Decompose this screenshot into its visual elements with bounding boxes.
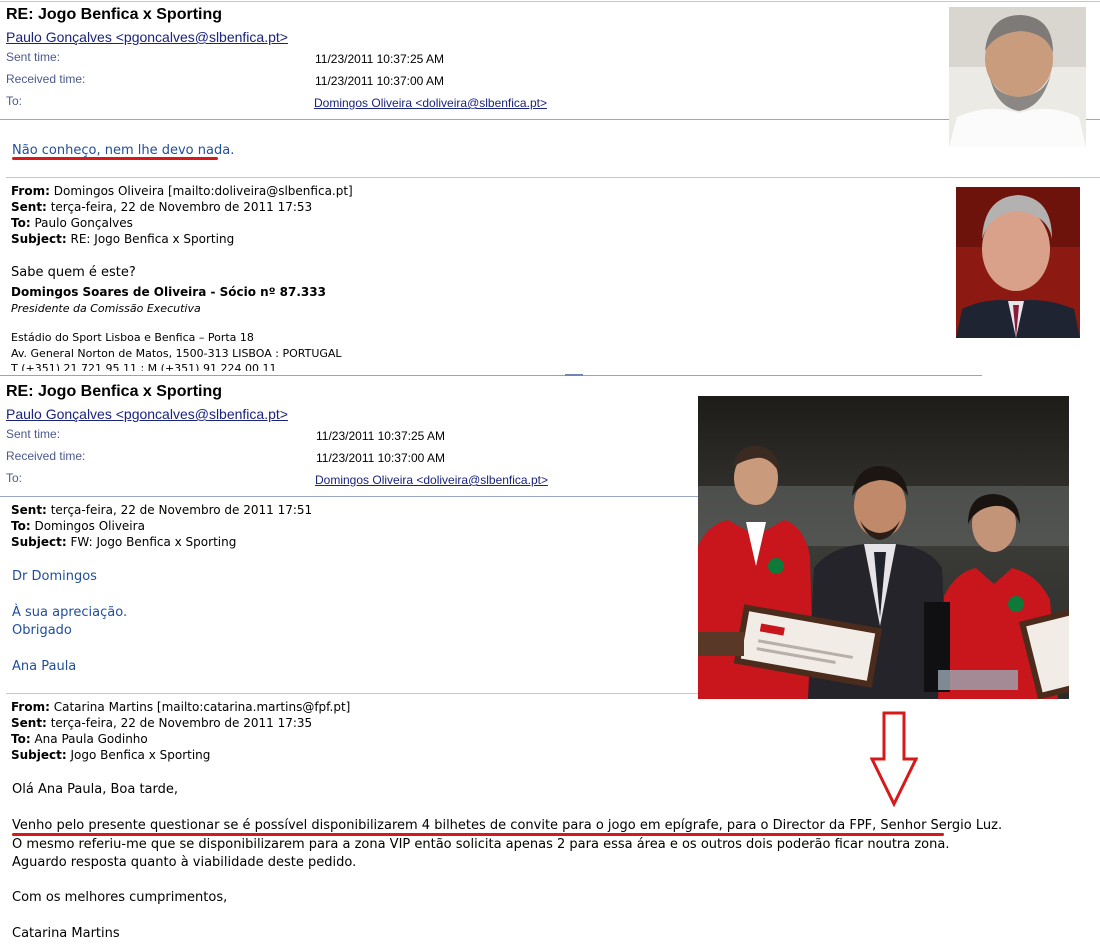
email1-address2: Av. General Norton de Matos, 1500-313 LI… [11,347,342,360]
email1-sent-label: Sent time: [6,50,61,64]
email2-to-label: To: [6,471,23,485]
email2-fw-line2: Obrigado [12,623,72,638]
sender-photo-1 [949,7,1086,147]
email1-quoted-from: From: Domingos Oliveira [mailto:doliveir… [11,184,353,198]
splitter-grip[interactable] [565,374,583,376]
email2-fw-subject: Subject: FW: Jogo Benfica x Sporting [11,535,237,549]
email2-received-label: Received time: [6,449,86,463]
email2-fw-sent: Sent: terça-feira, 22 de Novembro de 201… [11,503,313,517]
email1-sender-link[interactable]: Paulo Gonçalves <pgoncalves@slbenfica.pt… [6,29,288,45]
email1-signature-name: Domingos Soares de Oliveira - Sócio nº 8… [11,285,326,299]
email1-reply-text: Não conheço, nem lhe devo nada. [12,143,235,158]
email2-orig-closing: Com os melhores cumprimentos, [12,890,228,905]
email1-quote-divider [6,177,1100,178]
email2-fw-sign: Ana Paula [12,659,77,674]
top-border [0,1,1100,2]
sender-photo-2 [956,187,1080,338]
email2-orig-p2: O mesmo referiu-me que se disponibilizar… [12,837,950,852]
email1-received-value: 11/23/2011 10:37:00 AM [315,74,444,88]
email2-orig-to: To: Ana Paula Godinho [11,732,148,746]
email1-phone: T (+351) 21 721 95 11 ; M (+351) 91 224 … [11,362,277,371]
email2-sent-value: 11/23/2011 10:37:25 AM [316,429,445,443]
email1-signature-title: Presidente da Comissão Executiva [11,302,201,315]
email2-to-link[interactable]: Domingos Oliveira <doliveira@slbenfica.p… [315,473,548,487]
email2-orig-greeting: Olá Ana Paula, Boa tarde, [12,782,179,797]
email1-quoted-to: To: Paulo Gonçalves [11,216,133,230]
request-underline [12,833,944,836]
email1-quoted-line1: Sabe quem é este? [11,265,136,280]
email1-header-divider [0,119,1100,120]
email1-to-link[interactable]: Domingos Oliveira <doliveira@slbenfica.p… [314,96,547,110]
email2-quote-divider [6,693,698,694]
email2-orig-p1: Venho pelo presente questionar se é poss… [12,818,1003,833]
red-down-arrow-icon [869,711,919,808]
email2-received-value: 11/23/2011 10:37:00 AM [316,451,445,465]
award-ceremony-photo [698,396,1069,699]
reply-underline [12,157,218,160]
email2-fw-to: To: Domingos Oliveira [11,519,145,533]
window-separator [0,375,982,376]
email1-received-label: Received time: [6,72,86,86]
email1-subject: RE: Jogo Benfica x Sporting [6,6,223,23]
email1-to-label: To: [6,94,23,108]
email1-sent-value: 11/23/2011 10:37:25 AM [315,52,444,66]
email1-address1: Estádio do Sport Lisboa e Benfica – Port… [11,331,254,344]
email2-orig-sign: Catarina Martins [12,926,120,941]
email2-fw-line1: À sua apreciação. [12,605,128,620]
email2-sender-link[interactable]: Paulo Gonçalves <pgoncalves@slbenfica.pt… [6,406,288,422]
email2-sent-label: Sent time: [6,427,61,441]
email2-header-divider [0,496,698,497]
email2-orig-from: From: Catarina Martins [mailto:catarina.… [11,700,351,714]
email2-orig-sent: Sent: terça-feira, 22 de Novembro de 201… [11,716,313,730]
email1-quoted-sent: Sent: terça-feira, 22 de Novembro de 201… [11,200,313,214]
email2-orig-subject: Subject: Jogo Benfica x Sporting [11,748,211,762]
email1-quoted-subject: Subject: RE: Jogo Benfica x Sporting [11,232,235,246]
email2-orig-p3: Aguardo resposta quanto à viabilidade de… [12,855,357,870]
email2-subject: RE: Jogo Benfica x Sporting [6,383,223,400]
email1-phone-clipped: T (+351) 21 721 95 11 ; M (+351) 91 224 … [11,362,276,371]
email2-fw-greeting: Dr Domingos [12,569,97,584]
